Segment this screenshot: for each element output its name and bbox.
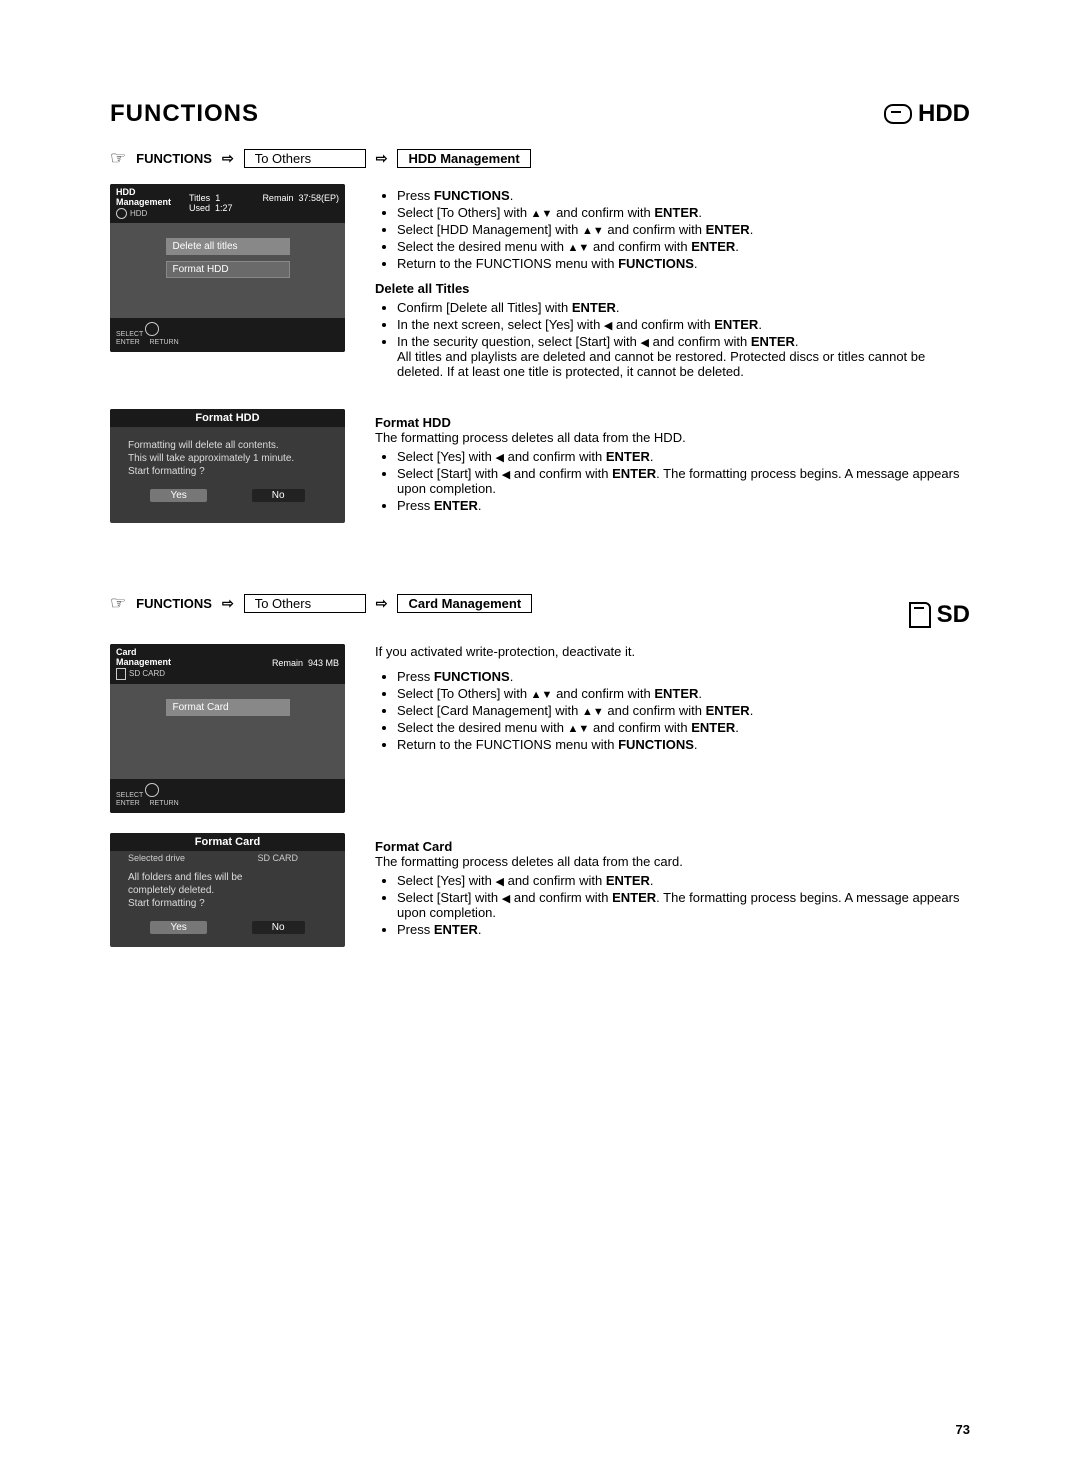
confirm-line2: completely deleted. [128, 884, 327, 897]
confirm-no[interactable]: No [252, 489, 305, 502]
osd-btn-format-hdd[interactable]: Format HDD [166, 261, 290, 278]
page-title: FUNCTIONS [110, 100, 259, 128]
sd-pre: If you activated write-protection, deact… [375, 644, 970, 659]
bc-functions-sd: FUNCTIONS [136, 596, 212, 611]
instructions-hdd: Press FUNCTIONS. Select [To Others] with… [375, 184, 970, 389]
nav-icon [145, 783, 159, 797]
instructions-format-hdd: Format HDD The formatting process delete… [375, 409, 970, 523]
subhead-format-card: Format Card [375, 839, 970, 854]
used-label: Used [189, 203, 210, 213]
confirm-yes[interactable]: Yes [150, 921, 206, 934]
osd-sub: HDD [130, 209, 147, 218]
arrow-icon: ⇨ [376, 150, 388, 167]
remain-label: Remain [272, 658, 303, 668]
instructions-sd: If you activated write-protection, deact… [375, 644, 970, 813]
remain-value: 943 MB [308, 658, 339, 668]
osd-footer-enter: ENTER [116, 339, 140, 346]
osd-footer-return: RETURN [149, 339, 178, 346]
titles-value: 1 [215, 193, 220, 203]
osd-title-1: Card [116, 647, 137, 657]
osd-card-management: CardManagement SD CARD Remain 943 MB For… [110, 644, 345, 813]
bc-target: HDD Management [397, 149, 530, 168]
arrow-icon: ⇨ [376, 595, 388, 612]
confirm-line3: Start formatting ? [128, 897, 327, 910]
confirm-line3: Start formatting ? [128, 465, 327, 478]
used-value: 1:27 [215, 203, 233, 213]
bc-to-others-sd: To Others [244, 594, 366, 613]
hand-icon: ☞ [110, 593, 126, 614]
breadcrumb-hdd: ☞ FUNCTIONS ⇨ To Others ⇨ HDD Management [110, 148, 970, 169]
remain-value: 37:58(EP) [298, 193, 339, 203]
bc-target-sd: Card Management [397, 594, 532, 613]
osd-footer-enter: ENTER [116, 800, 140, 807]
titles-label: Titles [189, 193, 210, 203]
osd-sub: SD CARD [129, 669, 165, 678]
drive-value: SD CARD [257, 853, 298, 863]
page-number: 73 [956, 1422, 970, 1437]
osd-btn-format-card[interactable]: Format Card [166, 699, 290, 716]
remain-label: Remain [262, 193, 293, 203]
osd-confirm-title: Format Card [110, 833, 345, 851]
nav-icon [145, 322, 159, 336]
arrow-icon: ⇨ [222, 595, 234, 612]
osd-btn-delete-all[interactable]: Delete all titles [166, 238, 290, 255]
card-icon [116, 668, 126, 680]
hdd-label: HDD [918, 100, 970, 128]
drive-label: Selected drive [128, 853, 185, 863]
subhead-delete-all: Delete all Titles [375, 281, 970, 296]
confirm-line1: Formatting will delete all contents. [128, 439, 327, 452]
sd-label: SD [937, 601, 970, 629]
confirm-line2: This will take approximately 1 minute. [128, 452, 327, 465]
manual-page: FUNCTIONS HDD ☞ FUNCTIONS ⇨ To Others ⇨ … [0, 0, 1080, 1477]
confirm-line1: All folders and files will be [128, 871, 327, 884]
hand-icon: ☞ [110, 148, 126, 169]
osd-title-2: Management [116, 197, 171, 207]
confirm-yes[interactable]: Yes [150, 489, 206, 502]
bc-to-others: To Others [244, 149, 366, 168]
breadcrumb-sd: ☞ FUNCTIONS ⇨ To Others ⇨ Card Managemen… [110, 593, 532, 614]
arrow-icon: ⇨ [222, 150, 234, 167]
sd-icon [909, 602, 931, 628]
disc-icon [116, 208, 127, 219]
osd-format-card-confirm: Format Card Selected drive SD CARD All f… [110, 833, 345, 947]
format-hdd-desc: The formatting process deletes all data … [375, 430, 970, 445]
instructions-format-card: Format Card The formatting process delet… [375, 833, 970, 947]
osd-hdd-management: HDDManagement HDD Titles 1 Used 1:27 Rem… [110, 184, 345, 352]
osd-footer-select: SELECT [116, 792, 143, 799]
format-card-desc: The formatting process deletes all data … [375, 854, 970, 869]
osd-title-2: Management [116, 657, 171, 667]
confirm-no[interactable]: No [252, 921, 305, 934]
osd-footer-select: SELECT [116, 331, 143, 338]
osd-confirm-title: Format HDD [110, 409, 345, 427]
subhead-format-hdd: Format HDD [375, 415, 970, 430]
osd-footer-return: RETURN [149, 800, 178, 807]
osd-title-1: HDD [116, 187, 136, 197]
hdd-icon [884, 104, 912, 124]
osd-format-hdd-confirm: Format HDD Formatting will delete all co… [110, 409, 345, 523]
bc-functions: FUNCTIONS [136, 151, 212, 166]
